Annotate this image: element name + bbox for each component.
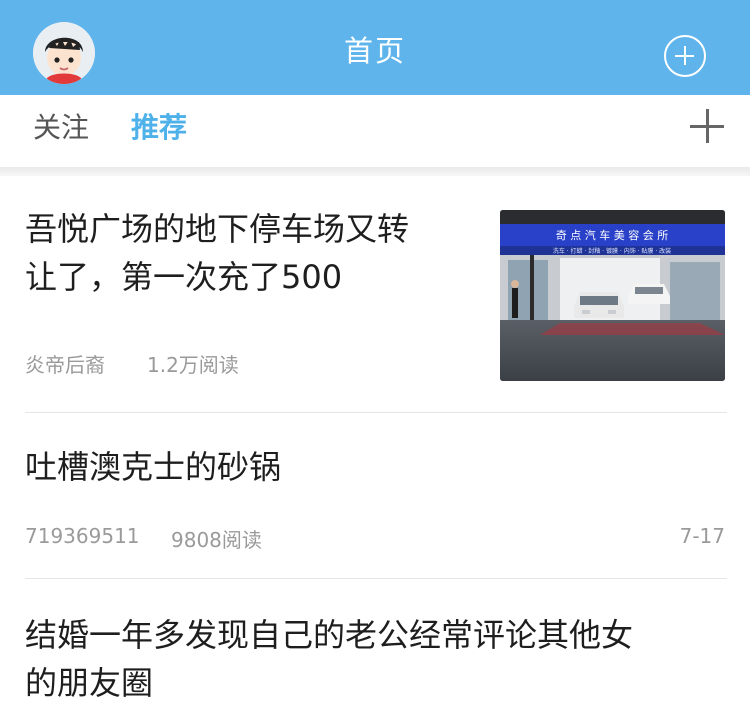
- feed-divider: [25, 412, 727, 413]
- thumbnail-signboard: 奇 点 汽 车 美 容 会 所: [556, 228, 668, 242]
- feed-item-title-line: 让了，第一次充了500: [25, 258, 343, 296]
- feed-item-author: 炎帝后裔: [25, 353, 105, 377]
- tabbar-shadow: [0, 167, 750, 176]
- feed-item-reads: 9808阅读: [171, 528, 262, 552]
- tab-follow[interactable]: 关注: [33, 95, 89, 161]
- feed-item-title-line: 的朋友圈: [25, 664, 154, 702]
- feed-item-title-line: 吾悦广场的地下停车场又转: [25, 210, 410, 248]
- channel-tab-bar: 关注 推荐: [0, 95, 750, 167]
- thumbnail-subline: 洗车 · 打蜡 · 封釉 · 镀膜 · 内饰 · 贴膜 · 改装: [553, 247, 671, 255]
- feed-divider: [25, 578, 727, 579]
- top-app-bar: 首页: [0, 0, 750, 95]
- feed-item-title: 吐槽澳克士的砂锅: [25, 448, 282, 486]
- feed-item-thumbnail: 奇 点 汽 车 美 容 会 所 洗车 · 打蜡 · 封釉 · 镀膜 · 内饰 ·…: [500, 210, 725, 381]
- feed-item-author: 719369511: [25, 524, 140, 548]
- tab-recommend[interactable]: 推荐: [131, 95, 187, 161]
- feed-item-date: 7-17: [679, 524, 725, 548]
- add-channel-icon[interactable]: [690, 109, 724, 143]
- add-circle-icon[interactable]: [664, 35, 706, 77]
- feed-item-title-line: 结婚一年多发现自己的老公经常评论其他女: [25, 616, 634, 654]
- page-title: 首页: [343, 34, 406, 68]
- feed-item-reads: 1.2万阅读: [147, 353, 239, 377]
